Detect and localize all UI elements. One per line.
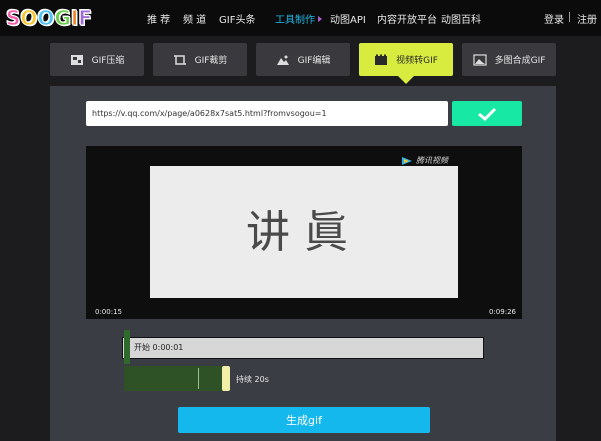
start-time-marker[interactable] <box>124 330 130 364</box>
generate-gif-label: 生成gif <box>286 414 322 427</box>
tab-video-to-gif[interactable]: 视频转GIF <box>359 43 453 76</box>
tab-multi-image-gif[interactable]: 多图合成GIF <box>462 43 556 76</box>
video-icon <box>375 54 388 65</box>
zip-icon <box>70 54 83 65</box>
tab-label: 多图合成GIF <box>494 56 546 66</box>
duration-handle[interactable] <box>222 366 230 391</box>
nav-divider <box>569 12 570 22</box>
tab-label: GIF编辑 <box>297 56 331 66</box>
tab-label: 视频转GIF <box>396 56 438 66</box>
brand-label: 腾讯视频 <box>416 156 448 165</box>
duration-track[interactable] <box>124 366 224 391</box>
tencent-video-watermark: 腾讯视频 <box>401 155 448 166</box>
nav-recommend[interactable]: 推 荐 <box>147 11 170 26</box>
duration-label: 持续 20s <box>236 375 269 384</box>
nav-api[interactable]: 动图API <box>330 11 366 26</box>
register-link[interactable]: 注册 <box>577 11 597 26</box>
video-url-input[interactable] <box>86 101 448 126</box>
nav-encyclopedia[interactable]: 动图百科 <box>441 11 481 26</box>
confirm-url-button[interactable] <box>452 101 522 126</box>
logo-letter-o1: O <box>20 6 38 31</box>
video-caption: 讲眞 <box>246 207 362 258</box>
tab-gif-compress[interactable]: GIF压缩 <box>50 43 144 76</box>
image-edit-icon <box>276 55 289 65</box>
soogif-logo[interactable]: S O O G I F <box>5 5 93 31</box>
tab-label: GIF裁剪 <box>194 56 228 66</box>
duration-tick <box>198 368 199 389</box>
nav-gif-headlines[interactable]: GIF头条 <box>219 11 255 26</box>
tab-gif-crop[interactable]: GIF裁剪 <box>153 43 247 76</box>
crop-icon <box>173 54 186 65</box>
login-link[interactable]: 登录 <box>544 11 564 26</box>
nav-tools-label: 工具制作 <box>275 15 315 26</box>
start-time-label: 开始 0:00:01 <box>134 343 184 352</box>
nav-caret-icon <box>318 16 322 22</box>
tab-label: GIF压缩 <box>91 56 125 66</box>
active-tab-pointer <box>398 76 414 84</box>
tab-gif-edit[interactable]: GIF编辑 <box>256 43 350 76</box>
logo-letter-f: F <box>78 6 93 31</box>
tencent-video-logo-icon <box>402 156 412 165</box>
top-header: S O O G I F 推 荐 频 道 GIF头条 工具制作 动图API 内容开… <box>0 0 601 36</box>
check-icon <box>478 107 497 121</box>
video-time-end: 0:09:26 <box>489 308 516 316</box>
nav-channel[interactable]: 频 道 <box>183 11 206 26</box>
images-icon <box>472 53 487 66</box>
logo-letter-s1: S <box>5 6 21 31</box>
generate-gif-button[interactable]: 生成gif <box>178 407 430 433</box>
nav-tools[interactable]: 工具制作 <box>275 11 322 26</box>
video-time-start: 0:00:15 <box>95 308 122 316</box>
logo-letter-g: G <box>54 6 71 31</box>
logo-letter-o2: O <box>37 6 55 31</box>
nav-open-platform[interactable]: 内容开放平台 <box>377 11 437 26</box>
